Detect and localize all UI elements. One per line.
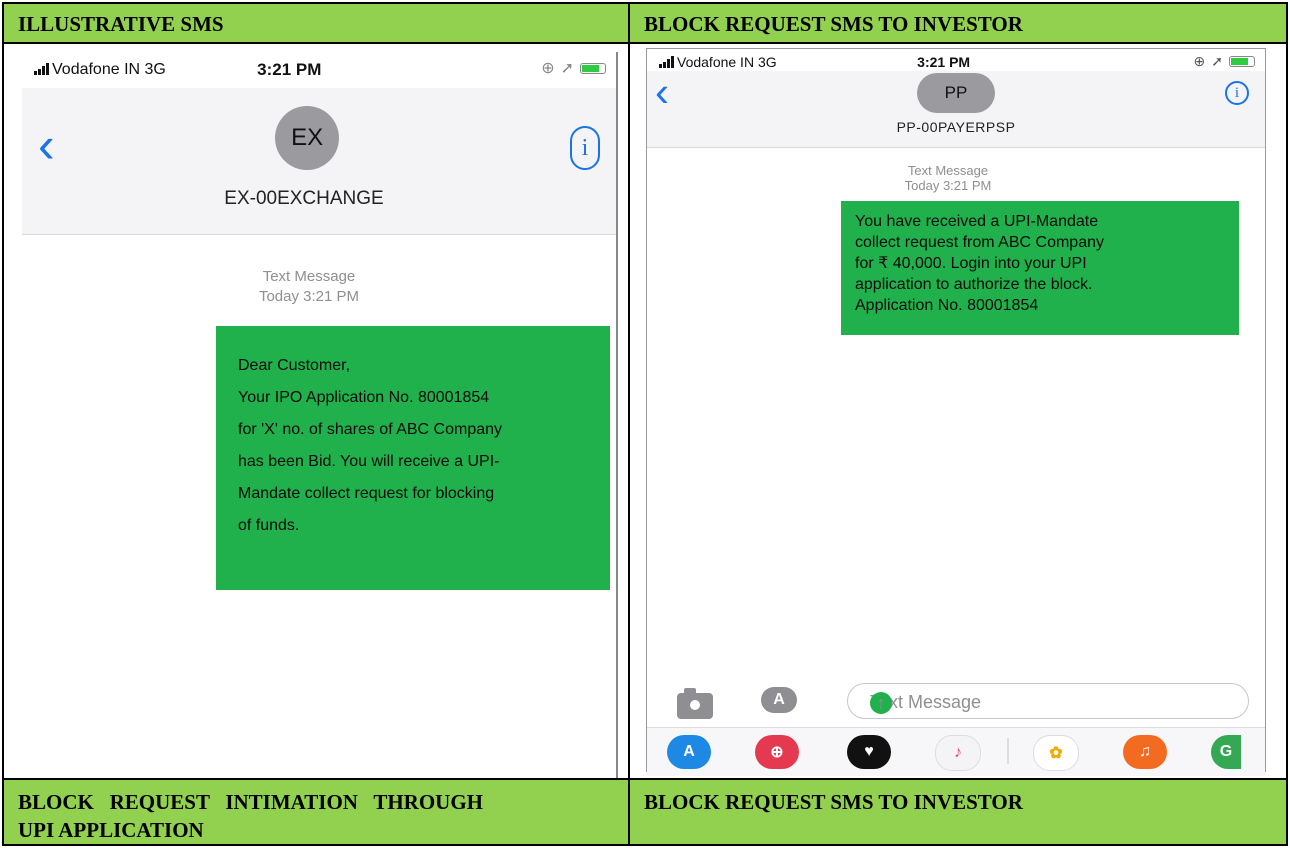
carrier-text: Vodafone IN 3G <box>677 54 777 70</box>
battery-icon <box>1229 56 1255 67</box>
send-arrow-icon[interactable]: ↑ <box>870 692 892 714</box>
music-icon[interactable]: ♪ <box>935 735 981 771</box>
status-bar: Vodafone IN 3G 3:21 PM ⊕ ➚ <box>647 49 1265 73</box>
maps-icon[interactable]: G <box>1211 735 1241 769</box>
digital-touch-icon[interactable]: ♥ <box>847 735 891 769</box>
right-phone-cell: Vodafone IN 3G 3:21 PM ⊕ ➚ ‹ PP PP-00PAY… <box>628 42 1288 780</box>
carrier-label: Vodafone IN 3G <box>34 61 166 79</box>
sms-illustration-table: ILLUSTRATIVE SMS BLOCK REQUEST SMS TO IN… <box>0 0 1290 848</box>
lock-rotation-icon: ⊕ <box>1193 53 1206 69</box>
carrier-label: Vodafone IN 3G <box>659 54 777 70</box>
status-right-icons: ⊕ ➚ <box>1194 53 1255 70</box>
signal-icon <box>659 56 674 68</box>
battery-icon <box>580 62 606 74</box>
imessage-app-drawer: A ⊕ ♥ ♪ ✿ ♫ G <box>647 727 1265 776</box>
message-meta: Text Message Today 3:21 PM <box>4 268 616 305</box>
web-search-icon[interactable]: ⊕ <box>755 735 799 769</box>
avatar-initials: EX <box>291 124 324 151</box>
status-time: 3:21 PM <box>917 54 971 70</box>
message-bubble[interactable]: You have received a UPI-Mandate collect … <box>841 201 1239 335</box>
carrier-text: Vodafone IN 3G <box>52 61 166 78</box>
header-text-line1: BLOCK REQUEST INTIMATION THROUGH <box>18 790 484 814</box>
message-input-bar: A Text Message ↑ <box>647 677 1265 727</box>
location-icon: ➚ <box>1211 53 1223 69</box>
header-text: ILLUSTRATIVE SMS <box>18 12 224 36</box>
meta-time: Today 3:21 PM <box>904 178 992 193</box>
conversation-header: ‹ PP PP-00PAYERPSP i <box>647 71 1265 148</box>
photos-icon[interactable]: ✿ <box>1033 735 1079 771</box>
info-icon[interactable]: i <box>1225 81 1249 105</box>
message-line: Dear Customer, <box>238 357 351 374</box>
message-line: Mandate collect request for blocking <box>238 485 495 502</box>
left-phone-cell: Vodafone IN 3G 3:21 PM ⊕ ➚ ‹ EX EX-00EXC… <box>2 42 630 780</box>
message-line: Your IPO Application No. 80001854 <box>238 389 490 406</box>
message-line: collect request from ABC Company <box>855 234 1104 251</box>
header-text-line2: UPI APPLICATION <box>18 818 204 842</box>
status-time: 3:21 PM <box>257 60 322 79</box>
location-icon: ➚ <box>560 60 574 77</box>
app-store-icon[interactable]: A <box>761 687 797 713</box>
header-block-request-sms: BLOCK REQUEST SMS TO INVESTOR <box>628 2 1288 44</box>
dock-separator <box>1007 738 1009 764</box>
message-bubble[interactable]: Dear Customer, Your IPO Application No. … <box>216 326 610 590</box>
back-chevron-icon[interactable]: ‹ <box>38 120 55 170</box>
header-block-request-sms-bottom: BLOCK REQUEST SMS TO INVESTOR <box>628 778 1288 846</box>
message-text-input[interactable]: Text Message ↑ <box>847 683 1249 719</box>
app-store-icon[interactable]: A <box>667 735 711 769</box>
header-text: BLOCK REQUEST SMS TO INVESTOR <box>644 790 1023 814</box>
message-line: Application No. 80001854 <box>855 297 1039 314</box>
status-right-icons: ⊕ ➚ <box>541 58 606 78</box>
right-phone-screen: Vodafone IN 3G 3:21 PM ⊕ ➚ ‹ PP PP-00PAY… <box>646 48 1266 776</box>
back-chevron-icon[interactable]: ‹ <box>655 71 669 113</box>
info-icon[interactable]: i <box>570 126 600 170</box>
avatar[interactable]: PP <box>917 73 995 113</box>
left-phone-screen: Vodafone IN 3G 3:21 PM ⊕ ➚ ‹ EX EX-00EXC… <box>22 52 618 778</box>
meta-time: Today 3:21 PM <box>258 288 360 305</box>
avatar-initials: PP <box>944 83 968 102</box>
header-block-request-intimation: BLOCK REQUEST INTIMATION THROUGH UPI APP… <box>2 778 630 846</box>
header-illustrative-sms: ILLUSTRATIVE SMS <box>2 2 630 44</box>
header-text: BLOCK REQUEST SMS TO INVESTOR <box>644 12 1023 36</box>
message-meta: Text Message Today 3:21 PM <box>631 163 1265 193</box>
message-line: for 'X' no. of shares of ABC Company <box>238 421 503 438</box>
camera-icon[interactable] <box>677 688 713 719</box>
message-line: You have received a UPI-Mandate <box>855 213 1099 230</box>
conversation-header: ‹ EX EX-00EXCHANGE i <box>22 88 616 235</box>
message-line: for ₹ 40,000. Login into your UPI <box>855 255 1087 272</box>
message-line: application to authorize the block. <box>855 276 1093 293</box>
message-line: has been Bid. You will receive a UPI- <box>238 453 500 470</box>
avatar[interactable]: EX <box>275 106 340 170</box>
meta-type: Text Message <box>907 163 989 178</box>
contact-name[interactable]: PP-00PAYERPSP <box>647 119 1265 135</box>
garageband-icon[interactable]: ♫ <box>1123 735 1167 769</box>
meta-type: Text Message <box>262 268 356 285</box>
message-line: of funds. <box>238 517 300 534</box>
signal-icon <box>34 63 49 75</box>
contact-name[interactable]: EX-00EXCHANGE <box>4 188 616 210</box>
status-bar: Vodafone IN 3G 3:21 PM ⊕ ➚ <box>22 52 616 82</box>
lock-rotation-icon: ⊕ <box>541 60 555 77</box>
